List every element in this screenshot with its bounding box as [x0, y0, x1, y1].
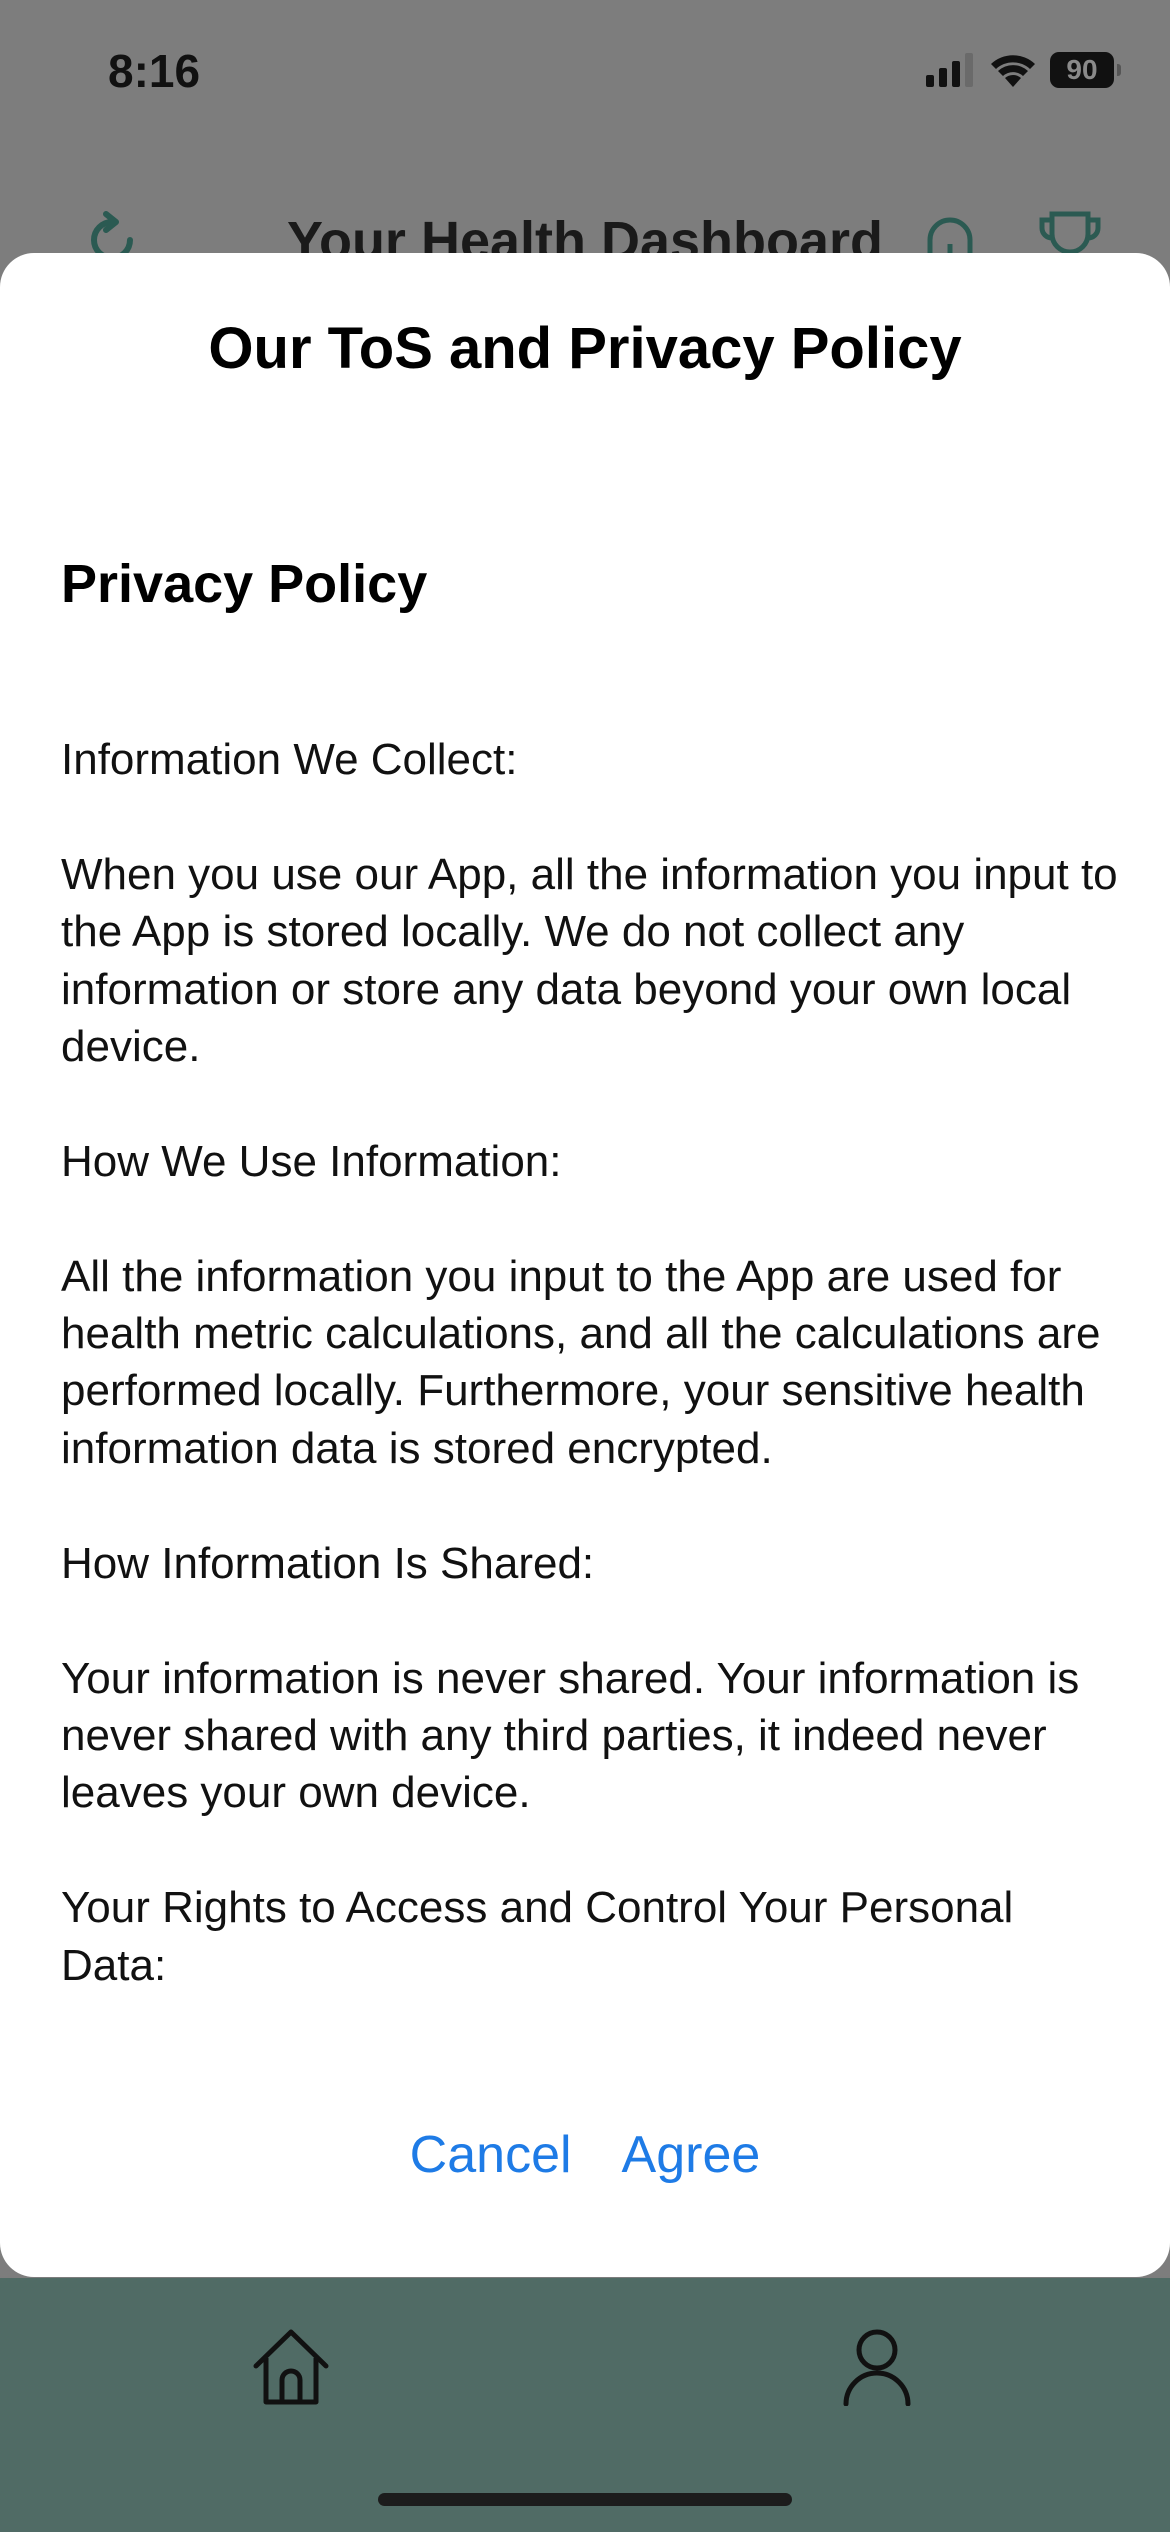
modal-actions: Cancel Agree	[0, 2125, 1170, 2185]
home-icon[interactable]	[252, 2328, 330, 2406]
status-icons: 90	[926, 52, 1121, 88]
battery-icon: 90	[1050, 52, 1121, 88]
tab-bar	[0, 2278, 1170, 2532]
person-icon[interactable]	[840, 2328, 914, 2406]
agree-button[interactable]: Agree	[622, 2125, 761, 2185]
policy-scroll-area[interactable]: Privacy Policy Information We Collect: W…	[61, 553, 1120, 2313]
policy-body: Information We Collect: When you use our…	[61, 735, 1118, 1990]
terms-modal: Our ToS and Privacy Policy Privacy Polic…	[0, 253, 1170, 2277]
modal-title: Our ToS and Privacy Policy	[208, 316, 962, 381]
status-time: 8:16	[108, 45, 201, 97]
status-bar: 8:16 90	[0, 0, 1170, 150]
policy-heading: Privacy Policy	[61, 554, 428, 614]
cancel-button[interactable]: Cancel	[410, 2125, 572, 2185]
home-indicator	[378, 2493, 792, 2506]
cellular-signal-icon	[926, 53, 973, 87]
battery-level: 90	[1066, 54, 1098, 85]
wifi-icon	[991, 55, 1035, 87]
